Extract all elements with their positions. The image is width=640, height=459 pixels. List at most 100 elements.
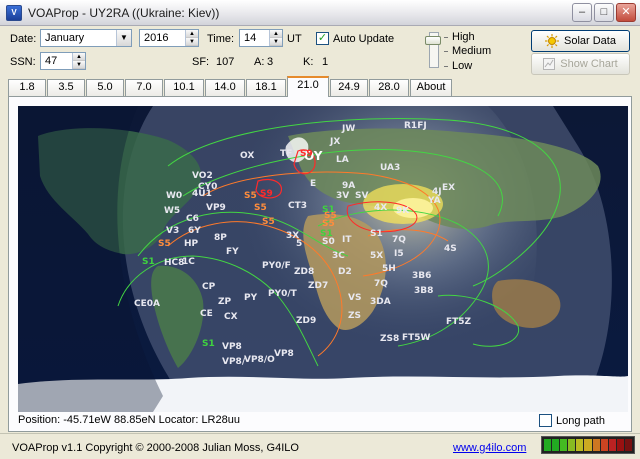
year-spin-icon[interactable]: ▲ ▼ xyxy=(185,30,198,46)
svg-text:CP: CP xyxy=(202,282,216,292)
svg-text:V3: V3 xyxy=(166,226,179,236)
tab-28-0[interactable]: 28.0 xyxy=(369,79,409,96)
svg-text:ZS8: ZS8 xyxy=(380,334,399,344)
meter-segment xyxy=(576,439,584,451)
ssn-value: 47 xyxy=(45,55,58,67)
a-label: A: xyxy=(254,56,265,68)
meter-segment xyxy=(592,439,600,451)
svg-text:S5: S5 xyxy=(262,217,275,227)
svg-text:PY: PY xyxy=(244,293,258,303)
svg-text:CE0A: CE0A xyxy=(134,299,160,309)
chart-icon xyxy=(543,58,556,70)
signal-meter xyxy=(541,436,635,454)
svg-text:PY0/F: PY0/F xyxy=(262,261,291,271)
svg-text:ZD9: ZD9 xyxy=(296,316,316,326)
sf-value: 107 xyxy=(216,56,235,68)
power-high-label: High xyxy=(452,31,475,43)
svg-text:LA: LA xyxy=(336,155,349,165)
svg-text:VP8/O: VP8/O xyxy=(244,355,275,365)
time-spin-icon[interactable]: ▲ ▼ xyxy=(269,30,282,46)
tab-18-1[interactable]: 18.1 xyxy=(246,79,286,96)
minimize-button[interactable]: – xyxy=(572,3,592,22)
svg-text:E: E xyxy=(310,179,316,189)
svg-text:5: 5 xyxy=(296,239,302,249)
tab-about[interactable]: About xyxy=(410,79,452,96)
ssn-label: SSN: xyxy=(10,56,36,68)
ssn-stepper[interactable]: 47 ▲ ▼ xyxy=(40,52,86,70)
svg-text:VO2: VO2 xyxy=(192,171,213,181)
tick-mark xyxy=(444,66,448,67)
date-label: Date: xyxy=(10,33,37,45)
meter-segment xyxy=(552,439,560,451)
svg-text:S5: S5 xyxy=(254,203,267,213)
svg-text:7Q: 7Q xyxy=(374,279,388,289)
tab-10-1[interactable]: 10.1 xyxy=(164,79,204,96)
power-low-label: Low xyxy=(452,60,473,72)
svg-text:S9: S9 xyxy=(260,189,273,199)
svg-text:5H: 5H xyxy=(382,264,396,274)
svg-text:4S: 4S xyxy=(444,244,457,254)
svg-text:ZP: ZP xyxy=(218,297,232,307)
tab-7-0[interactable]: 7.0 xyxy=(125,79,163,96)
svg-text:5X: 5X xyxy=(370,251,383,261)
svg-text:3B6: 3B6 xyxy=(412,271,431,281)
show-chart-button[interactable]: Show Chart xyxy=(531,53,630,75)
svg-text:8P: 8P xyxy=(214,233,227,243)
meter-segment xyxy=(568,439,576,451)
month-value: January xyxy=(45,32,85,44)
svg-text:ZS: ZS xyxy=(348,311,361,321)
position-readout: Position: -45.71eW 88.85eN Locator: LR28… xyxy=(18,414,240,426)
time-value: 14 xyxy=(244,32,257,44)
tab-1-8[interactable]: 1.8 xyxy=(8,79,46,96)
show-chart-label: Show Chart xyxy=(560,58,618,70)
k-label: K: xyxy=(303,56,314,68)
power-slider-thumb[interactable] xyxy=(425,36,441,45)
svg-text:ZD8: ZD8 xyxy=(294,267,314,277)
svg-text:4X: 4X xyxy=(374,203,387,213)
tab-5-0[interactable]: 5.0 xyxy=(86,79,124,96)
svg-text:9K: 9K xyxy=(396,206,410,216)
power-medium-label: Medium xyxy=(452,45,492,57)
world-map-svg: JW R1FJ JX OX TF OY LA UA3 9A 4J EX YA V… xyxy=(18,106,628,412)
svg-text:S5: S5 xyxy=(158,239,171,249)
chevron-down-icon[interactable]: ▼ xyxy=(116,30,131,46)
svg-text:OX: OX xyxy=(240,151,254,161)
solar-data-button[interactable]: Solar Data xyxy=(531,30,630,52)
copyright-text: VOAProp v1.1 Copyright © 2000-2008 Julia… xyxy=(12,442,299,454)
tab-14-0[interactable]: 14.0 xyxy=(205,79,245,96)
svg-text:W0: W0 xyxy=(166,191,182,201)
propagation-map[interactable]: JW R1FJ JX OX TF OY LA UA3 9A 4J EX YA V… xyxy=(18,106,628,412)
long-path-checkbox[interactable] xyxy=(539,414,552,427)
meter-segment xyxy=(616,439,624,451)
svg-text:1C: 1C xyxy=(182,257,195,267)
website-link[interactable]: www.g4ilo.com xyxy=(453,442,526,454)
tick-mark xyxy=(444,37,448,38)
svg-text:EX: EX xyxy=(442,183,455,193)
maximize-button[interactable]: □ xyxy=(594,3,614,22)
tab-3-5[interactable]: 3.5 xyxy=(47,79,85,96)
meter-segment xyxy=(624,439,633,451)
ssn-spin-icon[interactable]: ▲ ▼ xyxy=(72,53,85,69)
window-title: VOAProp - UY2RA ((Ukraine: Kiev)) xyxy=(28,5,220,20)
time-stepper[interactable]: 14 ▲ ▼ xyxy=(239,29,283,47)
time-unit: UT xyxy=(287,33,302,45)
meter-segment xyxy=(544,439,552,451)
svg-text:CT3: CT3 xyxy=(288,201,307,211)
close-button[interactable]: ✕ xyxy=(616,3,636,22)
sf-label: SF: xyxy=(192,56,210,68)
tab-21-0[interactable]: 21.0 xyxy=(287,76,329,97)
meter-segment xyxy=(608,439,616,451)
svg-text:3DA: 3DA xyxy=(370,297,391,307)
year-stepper[interactable]: 2016 ▲ ▼ xyxy=(139,29,199,47)
auto-update-checkbox[interactable]: ✓ xyxy=(316,32,329,45)
month-select[interactable]: January ▼ xyxy=(40,29,132,47)
meter-segment xyxy=(584,439,592,451)
k-value: 1 xyxy=(322,56,329,68)
svg-text:S0: S0 xyxy=(322,237,335,247)
svg-text:4U1: 4U1 xyxy=(192,189,212,199)
tick-mark xyxy=(444,51,448,52)
tab-24-9[interactable]: 24.9 xyxy=(330,79,368,96)
long-path-label: Long path xyxy=(556,415,605,427)
svg-text:PY0/T: PY0/T xyxy=(268,289,298,299)
svg-text:CX: CX xyxy=(224,312,238,322)
